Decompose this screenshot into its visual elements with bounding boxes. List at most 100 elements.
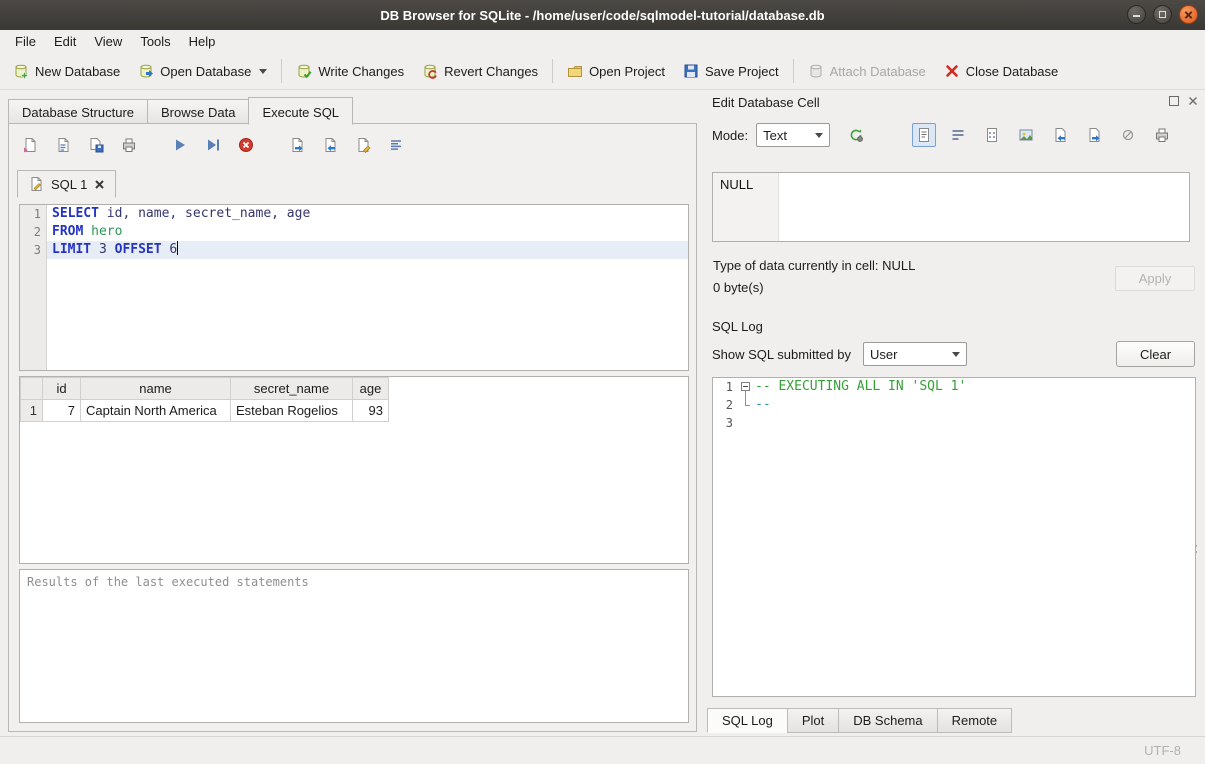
save-project-button[interactable]: Save Project — [674, 56, 788, 86]
sql-editor[interactable]: 1 2 3 SELECT id, name, secret_name, age … — [19, 204, 689, 371]
close-dock-icon[interactable] — [1187, 95, 1199, 107]
open-project-label: Open Project — [589, 64, 665, 79]
binary-mode-icon — [984, 127, 1000, 143]
fold-collapse-icon[interactable] — [741, 382, 750, 391]
format-sql-button[interactable] — [383, 132, 409, 158]
undock-icon[interactable] — [1168, 95, 1180, 107]
right-dock: Edit Database Cell Mode: Text — [703, 90, 1205, 736]
image-mode-icon — [1018, 127, 1034, 143]
tab-execute-sql[interactable]: Execute SQL — [248, 97, 353, 125]
sql-text: id, name, secret_name, age — [99, 206, 310, 221]
new-database-icon — [13, 63, 29, 79]
dock-tab-db-schema[interactable]: DB Schema — [838, 708, 937, 733]
cell-secret-name[interactable]: Esteban Rogelios — [231, 400, 353, 422]
autocomplete-button[interactable] — [350, 132, 376, 158]
mode-combo-value: Text — [763, 128, 787, 143]
row-header[interactable]: 1 — [21, 400, 43, 422]
word-wrap-button[interactable] — [946, 123, 970, 147]
sql-keyword: SELECT — [52, 206, 99, 221]
open-database-dropdown-icon[interactable] — [259, 69, 267, 74]
minimize-button[interactable] — [1127, 5, 1146, 24]
open-project-button[interactable]: Open Project — [558, 56, 674, 86]
binary-mode-button[interactable] — [980, 123, 1004, 147]
set-null-button[interactable] — [1116, 123, 1140, 147]
encoding-indicator: UTF-8 — [1144, 743, 1181, 758]
menu-tools[interactable]: Tools — [131, 31, 179, 52]
new-database-button[interactable]: New Database — [4, 56, 129, 86]
cell-id[interactable]: 7 — [43, 400, 81, 422]
log-line-number: 1 — [713, 378, 737, 396]
revert-changes-button[interactable]: Revert Changes — [413, 56, 547, 86]
cell-editor[interactable]: NULL — [712, 172, 1190, 242]
write-changes-label: Write Changes — [318, 64, 404, 79]
clear-log-button[interactable]: Clear — [1116, 341, 1195, 367]
open-sql-file-icon — [55, 137, 71, 153]
execute-all-button[interactable] — [167, 132, 193, 158]
sql-text: 6 — [162, 242, 178, 257]
stop-button[interactable] — [233, 132, 259, 158]
cell-age[interactable]: 93 — [353, 400, 389, 422]
dock-tab-remote[interactable]: Remote — [937, 708, 1013, 733]
open-sql-file-button[interactable] — [50, 132, 76, 158]
word-wrap-icon — [950, 127, 966, 143]
export-sql-button[interactable] — [284, 132, 310, 158]
mode-combo[interactable]: Text — [756, 123, 830, 147]
edit-cell-title: Edit Database Cell — [712, 95, 820, 110]
editor-code-area[interactable]: SELECT id, name, secret_name, age FROM h… — [47, 205, 688, 370]
table-row[interactable]: 1 7 Captain North America Esteban Rogeli… — [21, 400, 389, 422]
tab-browse-data[interactable]: Browse Data — [147, 99, 249, 124]
results-message-box[interactable]: Results of the last executed statements — [19, 569, 689, 723]
menu-edit[interactable]: Edit — [45, 31, 85, 52]
open-database-button[interactable]: Open Database — [129, 56, 276, 86]
filter-combo-caret-icon — [952, 352, 960, 357]
grid-corner[interactable] — [21, 378, 43, 400]
sql-log-view[interactable]: 1 -- EXECUTING ALL IN 'SQL 1' 2 -- 3 — [712, 377, 1196, 697]
image-mode-button[interactable] — [1014, 123, 1038, 147]
sql-log-filter-combo[interactable]: User — [863, 342, 967, 366]
sql-log-dock-title: SQL Log — [703, 314, 1205, 338]
main-tab-bar: Database Structure Browse Data Execute S… — [8, 97, 352, 124]
column-header-id[interactable]: id — [43, 378, 81, 400]
results-header-row: id name secret_name age — [21, 378, 389, 400]
write-changes-button[interactable]: Write Changes — [287, 56, 413, 86]
new-sql-tab-button[interactable] — [17, 132, 43, 158]
text-mode-button[interactable] — [912, 123, 936, 147]
import-sql-icon — [322, 137, 338, 153]
close-button[interactable] — [1179, 5, 1198, 24]
fold-marker[interactable] — [737, 378, 755, 396]
sql-tab-close-icon[interactable] — [94, 179, 105, 190]
apply-button[interactable]: Apply — [1115, 266, 1195, 291]
menu-help[interactable]: Help — [180, 31, 225, 52]
dock-tab-sql-log[interactable]: SQL Log — [707, 708, 788, 733]
revert-changes-icon — [422, 63, 438, 79]
column-header-age[interactable]: age — [353, 378, 389, 400]
text-mode-icon — [916, 127, 932, 143]
export-cell-button[interactable] — [1082, 123, 1106, 147]
menu-view[interactable]: View — [85, 31, 131, 52]
tab-database-structure[interactable]: Database Structure — [8, 99, 148, 124]
import-cell-button[interactable] — [1048, 123, 1072, 147]
editor-line[interactable]: FROM hero — [47, 223, 688, 241]
print-cell-button[interactable] — [1150, 123, 1174, 147]
close-database-icon — [944, 63, 960, 79]
menubar: File Edit View Tools Help — [0, 30, 1205, 53]
editor-line[interactable]: SELECT id, name, secret_name, age — [47, 205, 688, 223]
maximize-button[interactable] — [1153, 5, 1172, 24]
dock-tab-plot[interactable]: Plot — [787, 708, 839, 733]
cell-value: NULL — [720, 177, 753, 192]
open-database-icon — [138, 63, 154, 79]
import-sql-button[interactable] — [317, 132, 343, 158]
execute-line-button[interactable] — [200, 132, 226, 158]
auto-switch-mode-button[interactable] — [844, 123, 868, 147]
sql-tab[interactable]: SQL 1 — [17, 170, 116, 198]
print-button[interactable] — [116, 132, 142, 158]
window-titlebar[interactable]: DB Browser for SQLite - /home/user/code/… — [0, 0, 1205, 30]
close-database-button[interactable]: Close Database — [935, 56, 1068, 86]
menu-file[interactable]: File — [6, 31, 45, 52]
save-sql-file-button[interactable] — [83, 132, 109, 158]
results-grid-area: id name secret_name age 1 7 Captain Nort… — [19, 376, 689, 564]
column-header-name[interactable]: name — [81, 378, 231, 400]
column-header-secret-name[interactable]: secret_name — [231, 378, 353, 400]
cell-name[interactable]: Captain North America — [81, 400, 231, 422]
editor-line-current[interactable]: LIMIT 3 OFFSET 6 — [47, 241, 688, 259]
